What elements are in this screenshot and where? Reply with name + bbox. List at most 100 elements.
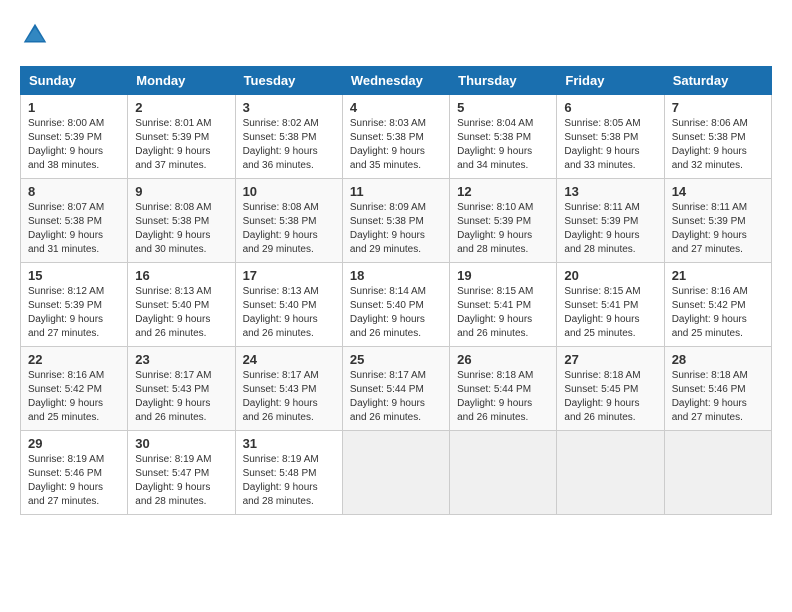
calendar-cell: 10 Sunrise: 8:08 AMSunset: 5:38 PMDaylig… (235, 179, 342, 263)
calendar-cell: 28 Sunrise: 8:18 AMSunset: 5:46 PMDaylig… (664, 347, 771, 431)
header-monday: Monday (128, 67, 235, 95)
header-tuesday: Tuesday (235, 67, 342, 95)
calendar-cell: 8 Sunrise: 8:07 AMSunset: 5:38 PMDayligh… (21, 179, 128, 263)
day-detail: Sunrise: 8:18 AMSunset: 5:46 PMDaylight:… (672, 370, 748, 423)
day-number: 16 (135, 268, 227, 283)
calendar-cell: 26 Sunrise: 8:18 AMSunset: 5:44 PMDaylig… (450, 347, 557, 431)
day-number: 18 (350, 268, 442, 283)
header-thursday: Thursday (450, 67, 557, 95)
day-number: 15 (28, 268, 120, 283)
day-detail: Sunrise: 8:19 AMSunset: 5:47 PMDaylight:… (135, 454, 211, 507)
day-detail: Sunrise: 8:08 AMSunset: 5:38 PMDaylight:… (135, 202, 211, 255)
day-detail: Sunrise: 8:15 AMSunset: 5:41 PMDaylight:… (457, 286, 533, 339)
day-detail: Sunrise: 8:14 AMSunset: 5:40 PMDaylight:… (350, 286, 426, 339)
calendar-table: SundayMondayTuesdayWednesdayThursdayFrid… (20, 66, 772, 515)
calendar-cell: 2 Sunrise: 8:01 AMSunset: 5:39 PMDayligh… (128, 95, 235, 179)
header-saturday: Saturday (664, 67, 771, 95)
day-number: 6 (564, 100, 656, 115)
day-detail: Sunrise: 8:16 AMSunset: 5:42 PMDaylight:… (28, 370, 104, 423)
calendar-cell: 25 Sunrise: 8:17 AMSunset: 5:44 PMDaylig… (342, 347, 449, 431)
logo-icon (20, 20, 50, 50)
day-number: 17 (243, 268, 335, 283)
calendar-cell: 29 Sunrise: 8:19 AMSunset: 5:46 PMDaylig… (21, 431, 128, 515)
day-detail: Sunrise: 8:17 AMSunset: 5:44 PMDaylight:… (350, 370, 426, 423)
calendar-cell: 31 Sunrise: 8:19 AMSunset: 5:48 PMDaylig… (235, 431, 342, 515)
day-number: 2 (135, 100, 227, 115)
day-detail: Sunrise: 8:17 AMSunset: 5:43 PMDaylight:… (135, 370, 211, 423)
calendar-cell: 24 Sunrise: 8:17 AMSunset: 5:43 PMDaylig… (235, 347, 342, 431)
day-number: 7 (672, 100, 764, 115)
day-detail: Sunrise: 8:12 AMSunset: 5:39 PMDaylight:… (28, 286, 104, 339)
calendar-cell: 21 Sunrise: 8:16 AMSunset: 5:42 PMDaylig… (664, 263, 771, 347)
day-detail: Sunrise: 8:13 AMSunset: 5:40 PMDaylight:… (135, 286, 211, 339)
calendar-cell: 15 Sunrise: 8:12 AMSunset: 5:39 PMDaylig… (21, 263, 128, 347)
day-detail: Sunrise: 8:19 AMSunset: 5:48 PMDaylight:… (243, 454, 319, 507)
day-number: 9 (135, 184, 227, 199)
calendar-cell: 5 Sunrise: 8:04 AMSunset: 5:38 PMDayligh… (450, 95, 557, 179)
day-number: 25 (350, 352, 442, 367)
day-detail: Sunrise: 8:01 AMSunset: 5:39 PMDaylight:… (135, 118, 211, 171)
day-number: 1 (28, 100, 120, 115)
calendar-week-3: 15 Sunrise: 8:12 AMSunset: 5:39 PMDaylig… (21, 263, 772, 347)
day-detail: Sunrise: 8:18 AMSunset: 5:45 PMDaylight:… (564, 370, 640, 423)
calendar-week-4: 22 Sunrise: 8:16 AMSunset: 5:42 PMDaylig… (21, 347, 772, 431)
calendar-cell (557, 431, 664, 515)
calendar-cell: 27 Sunrise: 8:18 AMSunset: 5:45 PMDaylig… (557, 347, 664, 431)
calendar-cell: 14 Sunrise: 8:11 AMSunset: 5:39 PMDaylig… (664, 179, 771, 263)
header-friday: Friday (557, 67, 664, 95)
calendar-cell: 7 Sunrise: 8:06 AMSunset: 5:38 PMDayligh… (664, 95, 771, 179)
day-number: 5 (457, 100, 549, 115)
day-number: 27 (564, 352, 656, 367)
day-detail: Sunrise: 8:15 AMSunset: 5:41 PMDaylight:… (564, 286, 640, 339)
calendar-week-5: 29 Sunrise: 8:19 AMSunset: 5:46 PMDaylig… (21, 431, 772, 515)
day-number: 31 (243, 436, 335, 451)
calendar-cell: 16 Sunrise: 8:13 AMSunset: 5:40 PMDaylig… (128, 263, 235, 347)
day-detail: Sunrise: 8:07 AMSunset: 5:38 PMDaylight:… (28, 202, 104, 255)
day-number: 12 (457, 184, 549, 199)
day-number: 22 (28, 352, 120, 367)
day-number: 24 (243, 352, 335, 367)
day-number: 20 (564, 268, 656, 283)
day-detail: Sunrise: 8:02 AMSunset: 5:38 PMDaylight:… (243, 118, 319, 171)
calendar-cell: 3 Sunrise: 8:02 AMSunset: 5:38 PMDayligh… (235, 95, 342, 179)
day-detail: Sunrise: 8:05 AMSunset: 5:38 PMDaylight:… (564, 118, 640, 171)
day-number: 23 (135, 352, 227, 367)
calendar-cell: 17 Sunrise: 8:13 AMSunset: 5:40 PMDaylig… (235, 263, 342, 347)
calendar-cell (342, 431, 449, 515)
day-detail: Sunrise: 8:08 AMSunset: 5:38 PMDaylight:… (243, 202, 319, 255)
day-number: 11 (350, 184, 442, 199)
calendar-cell: 20 Sunrise: 8:15 AMSunset: 5:41 PMDaylig… (557, 263, 664, 347)
header-wednesday: Wednesday (342, 67, 449, 95)
day-detail: Sunrise: 8:04 AMSunset: 5:38 PMDaylight:… (457, 118, 533, 171)
calendar-cell: 19 Sunrise: 8:15 AMSunset: 5:41 PMDaylig… (450, 263, 557, 347)
calendar-cell (450, 431, 557, 515)
day-number: 26 (457, 352, 549, 367)
calendar-week-1: 1 Sunrise: 8:00 AMSunset: 5:39 PMDayligh… (21, 95, 772, 179)
day-detail: Sunrise: 8:00 AMSunset: 5:39 PMDaylight:… (28, 118, 104, 171)
calendar-cell: 4 Sunrise: 8:03 AMSunset: 5:38 PMDayligh… (342, 95, 449, 179)
calendar-week-2: 8 Sunrise: 8:07 AMSunset: 5:38 PMDayligh… (21, 179, 772, 263)
calendar-cell: 23 Sunrise: 8:17 AMSunset: 5:43 PMDaylig… (128, 347, 235, 431)
calendar-cell: 6 Sunrise: 8:05 AMSunset: 5:38 PMDayligh… (557, 95, 664, 179)
header-sunday: Sunday (21, 67, 128, 95)
page-header (20, 20, 772, 50)
calendar-cell: 30 Sunrise: 8:19 AMSunset: 5:47 PMDaylig… (128, 431, 235, 515)
day-detail: Sunrise: 8:13 AMSunset: 5:40 PMDaylight:… (243, 286, 319, 339)
day-detail: Sunrise: 8:11 AMSunset: 5:39 PMDaylight:… (564, 202, 639, 255)
calendar-cell (664, 431, 771, 515)
day-number: 28 (672, 352, 764, 367)
calendar-cell: 9 Sunrise: 8:08 AMSunset: 5:38 PMDayligh… (128, 179, 235, 263)
day-detail: Sunrise: 8:11 AMSunset: 5:39 PMDaylight:… (672, 202, 747, 255)
day-detail: Sunrise: 8:03 AMSunset: 5:38 PMDaylight:… (350, 118, 426, 171)
day-detail: Sunrise: 8:06 AMSunset: 5:38 PMDaylight:… (672, 118, 748, 171)
calendar-cell: 1 Sunrise: 8:00 AMSunset: 5:39 PMDayligh… (21, 95, 128, 179)
calendar-cell: 22 Sunrise: 8:16 AMSunset: 5:42 PMDaylig… (21, 347, 128, 431)
day-detail: Sunrise: 8:17 AMSunset: 5:43 PMDaylight:… (243, 370, 319, 423)
day-detail: Sunrise: 8:18 AMSunset: 5:44 PMDaylight:… (457, 370, 533, 423)
day-number: 8 (28, 184, 120, 199)
day-number: 30 (135, 436, 227, 451)
day-number: 4 (350, 100, 442, 115)
day-number: 14 (672, 184, 764, 199)
day-detail: Sunrise: 8:09 AMSunset: 5:38 PMDaylight:… (350, 202, 426, 255)
calendar-cell: 13 Sunrise: 8:11 AMSunset: 5:39 PMDaylig… (557, 179, 664, 263)
